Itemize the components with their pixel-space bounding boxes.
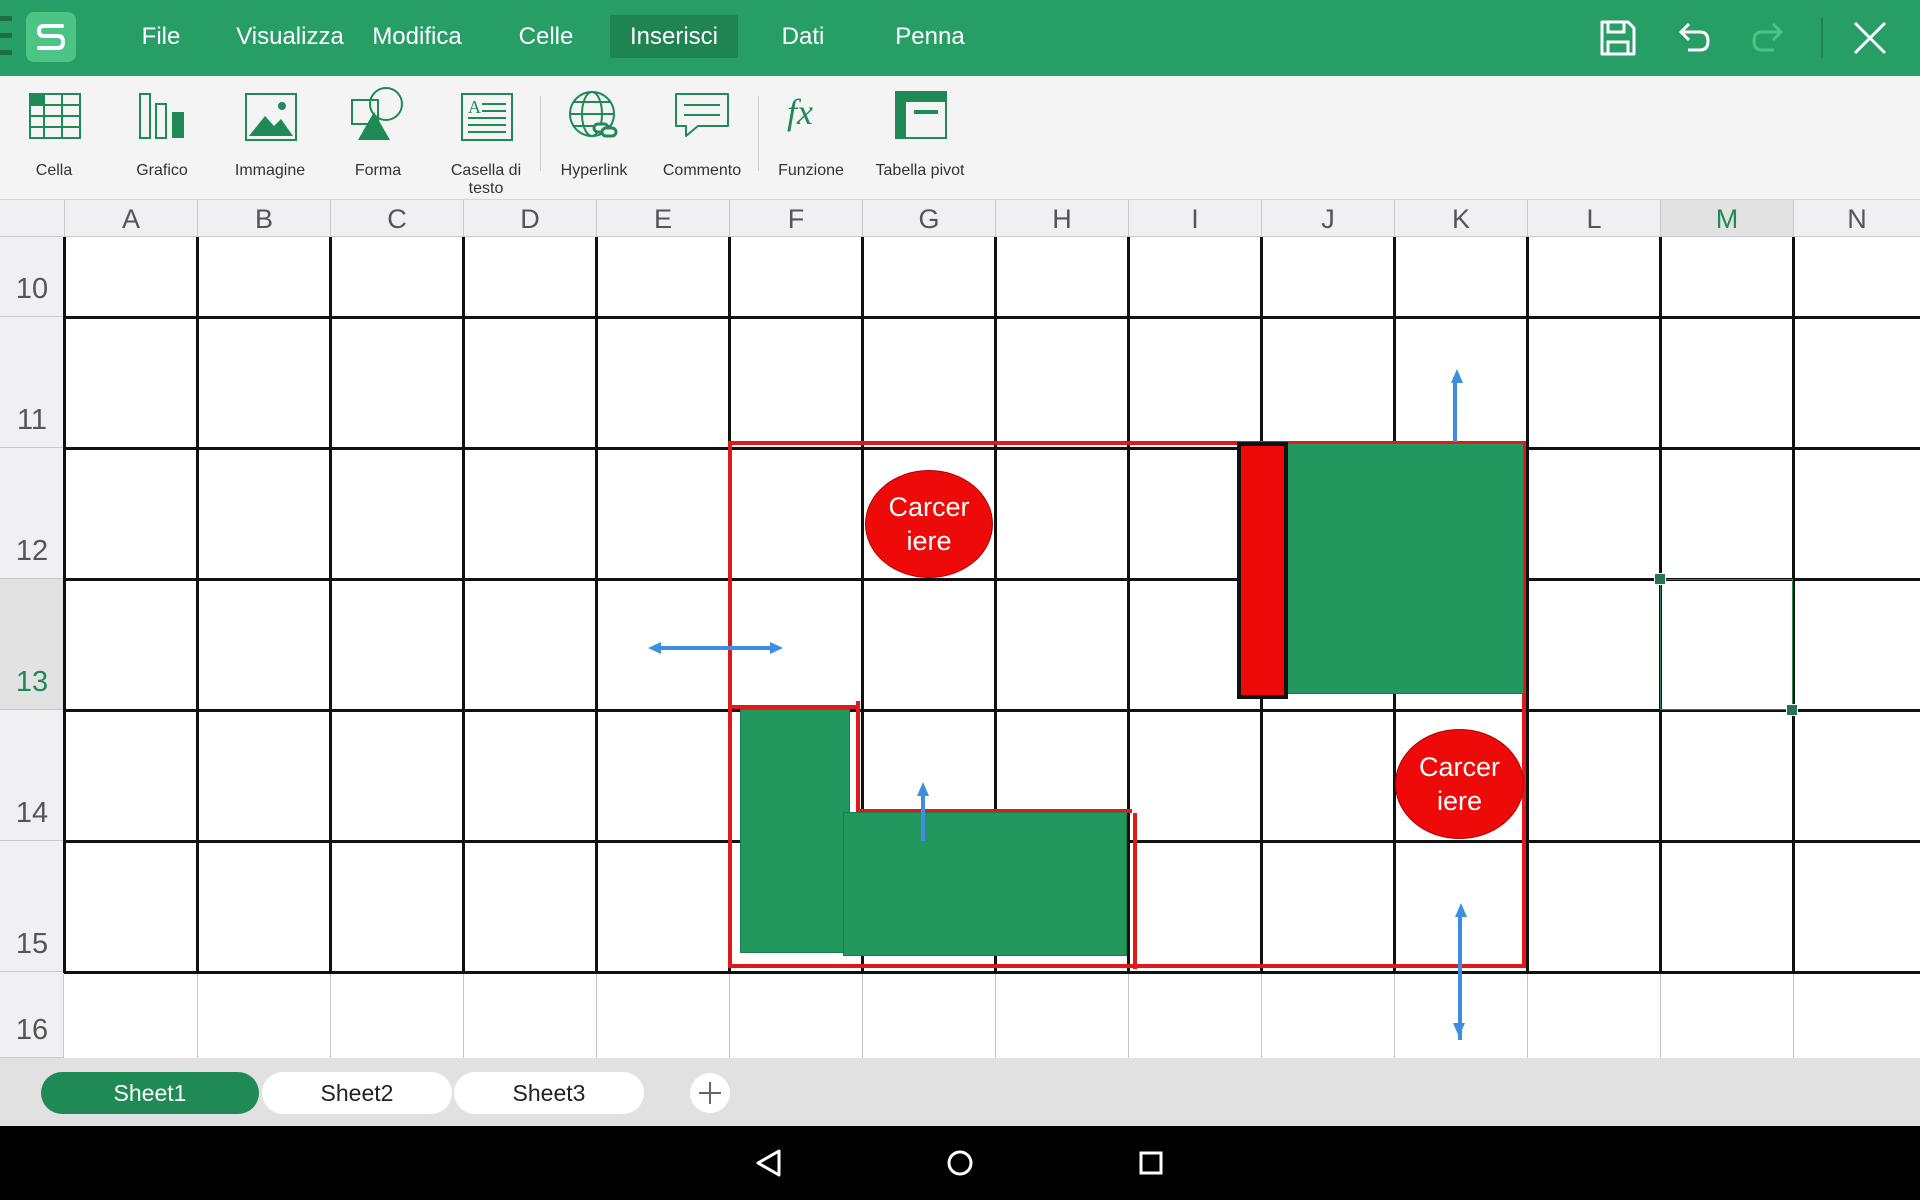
arrow-shapes-layer <box>648 369 1467 1040</box>
shape-icon <box>351 87 403 140</box>
redo-icon[interactable] <box>1746 16 1790 60</box>
home-icon[interactable] <box>940 1143 980 1183</box>
chart-icon <box>139 93 184 139</box>
selected-cell-m13[interactable] <box>1660 579 1793 710</box>
hyperlink-icon <box>569 91 618 138</box>
undo-icon[interactable] <box>1672 16 1716 60</box>
ribbon-tabella-pivot-button[interactable]: Tabella pivot <box>866 86 974 198</box>
function-icon: fx <box>787 92 813 132</box>
system-navigation-bar <box>0 1126 1920 1200</box>
back-icon[interactable] <box>749 1143 789 1183</box>
menu-penna[interactable]: Penna <box>884 15 976 58</box>
ribbon-grafico-label: Grafico <box>136 162 188 179</box>
comment-icon <box>675 93 729 137</box>
ribbon-funzione-label: Funzione <box>778 162 844 179</box>
ribbon-forma-button[interactable]: Forma <box>324 86 432 198</box>
menu-modifica[interactable]: Modifica <box>362 15 472 58</box>
ribbon-tabella-pivot-label: Tabella pivot <box>875 162 965 179</box>
textbox-icon: A <box>461 93 513 141</box>
close-icon[interactable] <box>1848 16 1892 60</box>
image-icon <box>245 93 297 141</box>
up-arrow[interactable] <box>1451 369 1463 442</box>
pivot-table-icon <box>895 91 947 139</box>
ribbon-forma-label: Forma <box>354 162 402 179</box>
toolbar-separator <box>1821 18 1823 58</box>
menu-hamburger-icon[interactable] <box>0 16 12 56</box>
svg-text:A: A <box>468 97 481 117</box>
ribbon-cella-button[interactable]: Cella <box>0 86 108 198</box>
save-icon[interactable] <box>1596 16 1640 60</box>
menu-inserisci[interactable]: Inserisci <box>610 15 738 58</box>
add-sheet-button[interactable] <box>690 1073 730 1113</box>
insert-ribbon: Cella Grafico Immagine Forma A Casella d… <box>0 76 1920 200</box>
app-logo-icon: S <box>26 12 66 50</box>
vertical-double-arrow[interactable] <box>1453 903 1467 1040</box>
cell-table-icon <box>29 93 81 139</box>
selection-handle-bottom-right[interactable] <box>1786 704 1798 716</box>
sheet-tabs-bar: Sheet1 Sheet2 Sheet3 <box>0 1058 1920 1126</box>
ribbon-hyperlink-button[interactable]: Hyperlink <box>540 86 648 198</box>
menu-visualizza[interactable]: Visualizza <box>230 15 350 58</box>
ribbon-immagine-button[interactable]: Immagine <box>216 86 324 198</box>
recents-icon[interactable] <box>1131 1143 1171 1183</box>
svg-text:S: S <box>26 12 27 13</box>
app-logo[interactable]: S <box>26 12 76 62</box>
selection-handle-top-left[interactable] <box>1654 573 1666 585</box>
sheet-tab-sheet1[interactable]: Sheet1 <box>41 1072 259 1114</box>
sheet-tab-sheet2[interactable]: Sheet2 <box>262 1072 452 1114</box>
ribbon-casella-di-testo-label: Casella di testo <box>450 162 522 197</box>
sheet-tab-sheet3[interactable]: Sheet3 <box>454 1072 644 1114</box>
ribbon-commento-button[interactable]: Commento <box>648 86 756 198</box>
ribbon-hyperlink-label: Hyperlink <box>560 162 628 179</box>
ribbon-grafico-button[interactable]: Grafico <box>108 86 216 198</box>
plus-icon <box>699 1082 721 1104</box>
up-arrow[interactable] <box>917 782 929 841</box>
svg-text:fx: fx <box>787 92 813 132</box>
ribbon-cella-label: Cella <box>35 162 73 179</box>
ribbon-immagine-label: Immagine <box>234 162 306 179</box>
horizontal-double-arrow[interactable] <box>648 642 783 654</box>
menu-celle[interactable]: Celle <box>506 15 586 58</box>
menu-file[interactable]: File <box>128 15 194 58</box>
ribbon-commento-label: Commento <box>662 162 742 179</box>
spreadsheet-grid[interactable]: A B C D E F G H I J K L M N 10 11 12 13 … <box>0 200 1920 1058</box>
ribbon-casella-di-testo-button[interactable]: A Casella di testo <box>432 86 540 198</box>
ribbon-funzione-button[interactable]: fx Funzione <box>757 86 865 198</box>
menu-dati[interactable]: Dati <box>772 15 834 58</box>
menubar: S File Visualizza Modifica Celle Inseris… <box>0 0 1920 76</box>
